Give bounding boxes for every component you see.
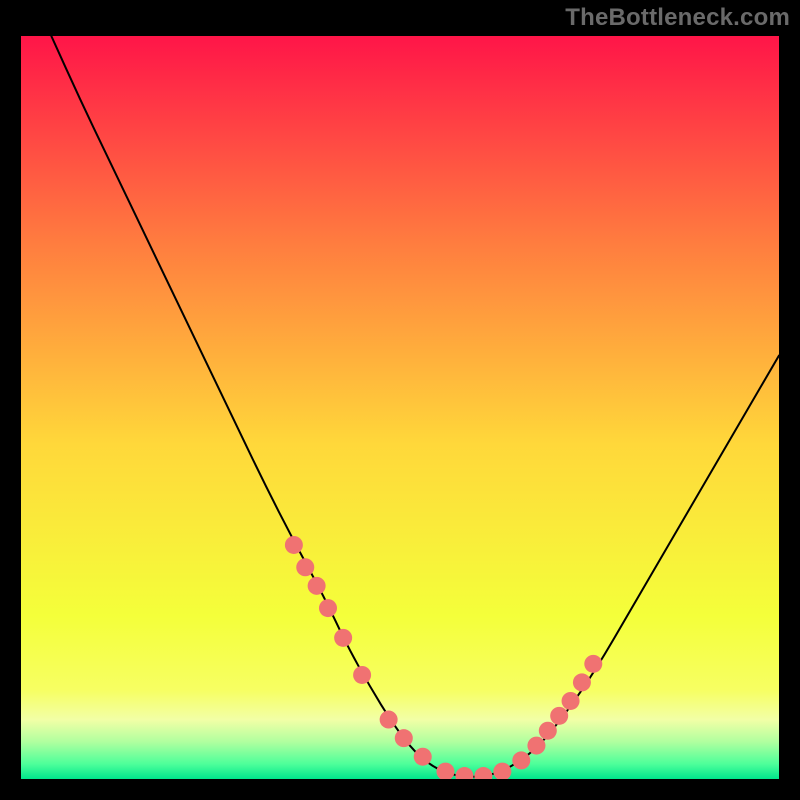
highlight-dot — [562, 692, 580, 710]
highlight-dot — [334, 629, 352, 647]
chart-svg — [21, 36, 779, 779]
highlight-dot — [285, 536, 303, 554]
highlight-dot — [380, 711, 398, 729]
plot-area — [21, 36, 779, 779]
highlight-dot — [512, 751, 530, 769]
highlight-dot — [353, 666, 371, 684]
highlight-dot — [319, 599, 337, 617]
gradient-background — [21, 36, 779, 779]
outer-frame: TheBottleneck.com — [0, 0, 800, 800]
highlight-dot — [584, 655, 602, 673]
highlight-dot — [414, 748, 432, 766]
highlight-dot — [550, 707, 568, 725]
highlight-dot — [539, 722, 557, 740]
highlight-dot — [573, 673, 591, 691]
highlight-dot — [308, 577, 326, 595]
highlight-dot — [395, 729, 413, 747]
highlight-dot — [527, 737, 545, 755]
watermark-text: TheBottleneck.com — [565, 4, 790, 32]
highlight-dot — [296, 558, 314, 576]
